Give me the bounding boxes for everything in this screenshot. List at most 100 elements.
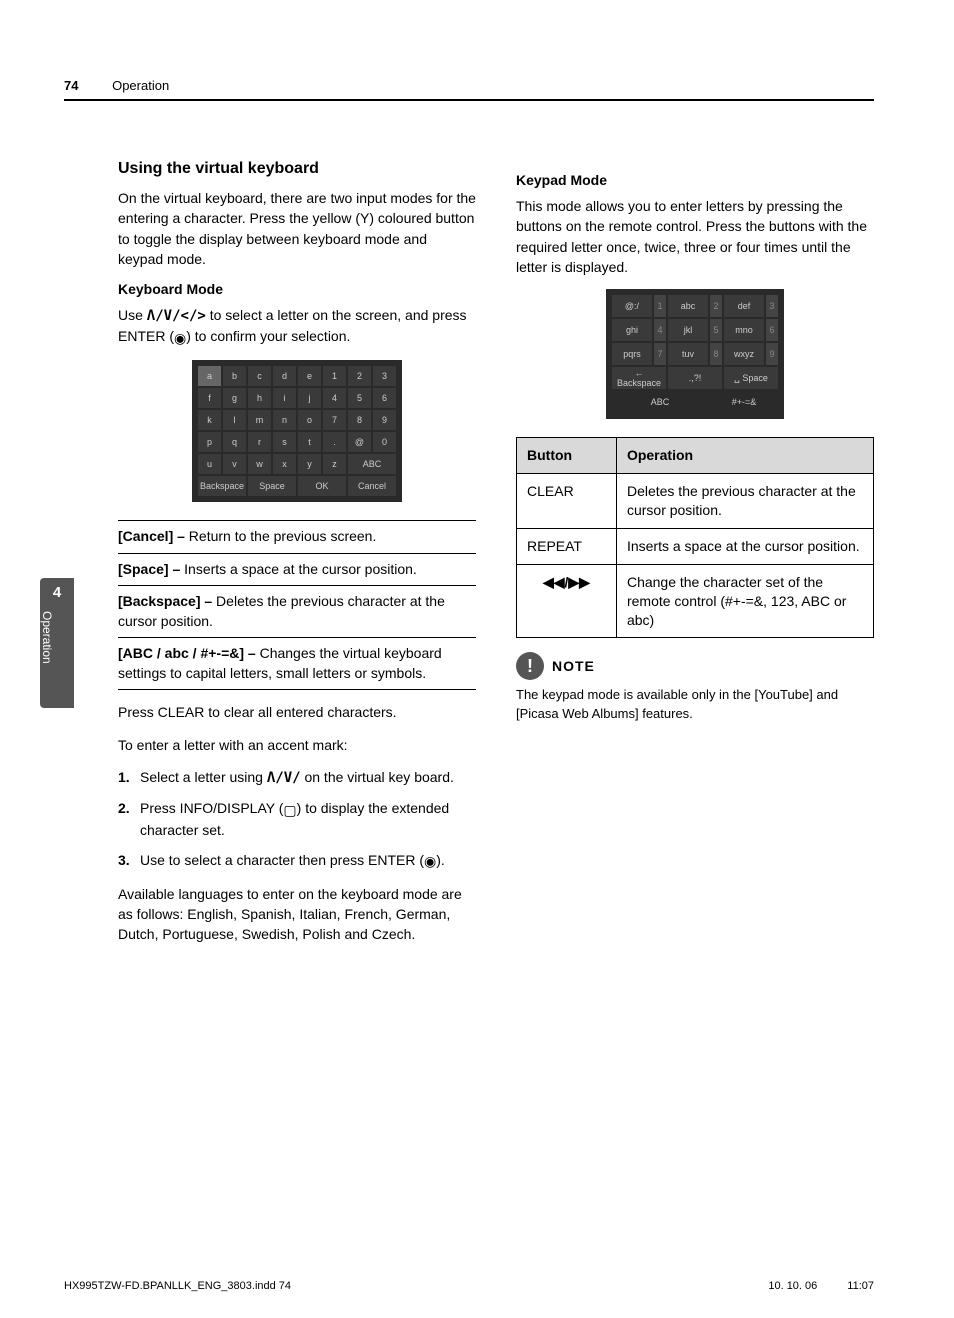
vk-key: y [298,454,321,474]
vk-bottom-key: Cancel [348,476,396,496]
keypad-key: ← Backspace [612,367,666,389]
table-cell-operation: Deletes the previous character at the cu… [616,474,873,529]
keypad-num: 1 [654,295,666,317]
footer-date: 10. 10. 06 [768,1280,817,1292]
vk-key: 1 [323,366,346,386]
enter-icon: ◉ [174,328,186,348]
intro-text: On the virtual keyboard, there are two i… [118,188,476,269]
keypad-key: ghi [612,319,652,341]
vk-key: o [298,410,321,430]
side-tab: 4 Operation [40,578,74,708]
keypad-num: 5 [710,319,722,341]
accent-intro: To enter a letter with an accent mark: [118,735,476,755]
definition-item: [Space] – Inserts a space at the cursor … [118,554,476,587]
vk-bottom-key: Space [248,476,296,496]
keypad-key: wxyz [724,343,764,365]
vk-key: l [223,410,246,430]
table-head-operation: Operation [616,438,873,474]
table-head-button: Button [517,438,617,474]
right-column: Keypad Mode This mode allows you to ente… [516,160,874,956]
keypad-key: ␣ Space [724,367,778,389]
heading-virtual-keyboard: Using the virtual keyboard [118,160,476,178]
note-text: The keypad mode is available only in the… [516,686,874,722]
footer-time: 11:07 [847,1280,874,1292]
left-column: Using the virtual keyboard On the virtua… [118,160,476,956]
table-cell-button: ◀◀/▶▶ [517,564,617,638]
keypad-num: 8 [710,343,722,365]
vk-key: k [198,410,221,430]
keypad-key: def [724,295,764,317]
vk-key: a [198,366,221,386]
vk-key: q [223,432,246,452]
keypad-key: @:/ [612,295,652,317]
languages-text: Available languages to enter on the keyb… [118,884,476,945]
vk-key: 6 [373,388,396,408]
vk-key: 4 [323,388,346,408]
heading-keyboard-mode: Keyboard Mode [118,281,476,297]
page-number: 74 [64,78,78,93]
vk-key: 3 [373,366,396,386]
definition-item: [ABC / abc / #+-=&] – Changes the virtua… [118,638,476,690]
vk-key: @ [348,432,371,452]
clear-text: Press CLEAR to clear all entered charact… [118,702,476,722]
table-cell-button: CLEAR [517,474,617,529]
step-item: Select a letter using Λ/V/ on the virtua… [118,767,476,788]
keypad-image: @:/1abc2def3ghi4jkl5mno6pqrs7tuv8wxyz9← … [516,289,874,419]
vk-key: p [198,432,221,452]
note-icon: ! [516,652,544,680]
vk-key: v [223,454,246,474]
steps-list: Select a letter using Λ/V/ on the virtua… [118,767,476,871]
keypad-key: .,?! [668,367,722,389]
vk-key: z [323,454,346,474]
vk-key: w [248,454,271,474]
keypad-num: 7 [654,343,666,365]
step-item: Press INFO/DISPLAY (▢) to display the ex… [118,798,476,840]
keypad-key: tuv [668,343,708,365]
vk-key: j [298,388,321,408]
definition-item: [Backspace] – Deletes the previous chara… [118,586,476,638]
vk-bottom-key: OK [298,476,346,496]
keypad-num: 2 [710,295,722,317]
keypad-key: jkl [668,319,708,341]
vk-key: 9 [373,410,396,430]
definition-item: [Cancel] – Return to the previous screen… [118,521,476,554]
vk-key: c [248,366,271,386]
vk-key: i [273,388,296,408]
vk-key: r [248,432,271,452]
heading-keypad-mode: Keypad Mode [516,172,874,188]
table-cell-operation: Change the character set of the remote c… [616,564,873,638]
vk-key: 2 [348,366,371,386]
keypad-num: 3 [766,295,778,317]
footer-filename: HX995TZW-FD.BPANLLK_ENG_3803.indd 74 [64,1280,291,1292]
keypad-num: 9 [766,343,778,365]
vk-key: 0 [373,432,396,452]
vk-key: t [298,432,321,452]
vk-key: . [323,432,346,452]
vk-key: e [298,366,321,386]
note-title: NOTE [552,658,595,674]
side-tab-number: 4 [40,578,74,601]
operation-table: Button Operation CLEARDeletes the previo… [516,437,874,638]
vk-key: 7 [323,410,346,430]
vk-key: b [223,366,246,386]
vk-key: x [273,454,296,474]
side-tab-label: Operation [40,601,63,664]
vk-key: n [273,410,296,430]
vk-bottom-key: Backspace [198,476,246,496]
step-item: Use to select a character then press ENT… [118,850,476,871]
keyboard-use-text: Use Λ/V/</> to select a letter on the sc… [118,305,476,348]
vk-key: ABC [348,454,396,474]
table-row: ◀◀/▶▶Change the character set of the rem… [517,564,874,638]
vk-key: g [223,388,246,408]
definition-list: [Cancel] – Return to the previous screen… [118,520,476,691]
keypad-intro: This mode allows you to enter letters by… [516,196,874,277]
keypad-key: mno [724,319,764,341]
table-cell-button: REPEAT [517,528,617,564]
keypad-num: 6 [766,319,778,341]
arrow-keys-icon: Λ/V/</> [147,308,206,324]
footer: HX995TZW-FD.BPANLLK_ENG_3803.indd 74 10.… [64,1280,874,1292]
keypad-mode-key: #+-=& [710,391,778,413]
vk-key: 5 [348,388,371,408]
vk-key: m [248,410,271,430]
vk-key: 8 [348,410,371,430]
